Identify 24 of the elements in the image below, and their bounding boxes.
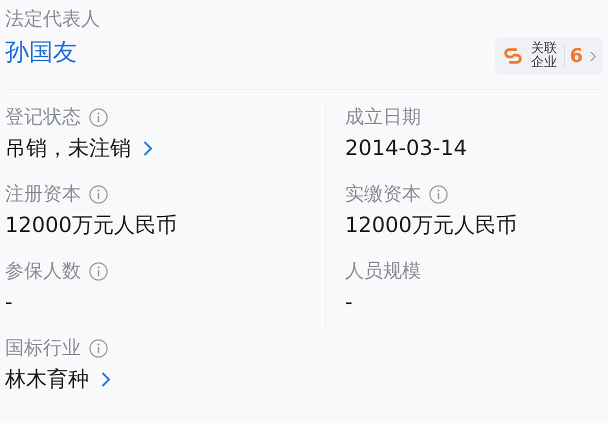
field-value: 12000万元人民币 [345,212,517,239]
field-value: 2014-03-14 [345,136,468,160]
field-value: - [345,290,353,314]
field-label: 成立日期 [345,105,421,130]
field-label: 登记状态 [5,105,81,130]
field-label: 参保人数 [5,259,81,284]
info-icon[interactable] [89,108,108,126]
field-label: 人员规模 [345,259,421,284]
chevron-icon[interactable] [101,370,111,388]
chevron-icon[interactable] [143,140,153,156]
field-label: 法定代表人 [5,7,100,32]
info-icon[interactable] [429,184,448,204]
field-value: 吊销，未注销 [5,135,131,162]
field-value: 林木育种 [5,366,89,393]
chevron-icon [590,50,596,62]
info-icon[interactable] [89,262,108,280]
info-icon[interactable] [89,338,108,358]
field-label: 国标行业 [5,336,81,361]
info-icon[interactable] [89,184,108,204]
field-label: 实缴资本 [345,182,421,207]
representative-link[interactable]: 孙国友 [5,36,100,68]
field-value: - [5,290,13,314]
field-label: 注册资本 [5,182,81,207]
field-value: 12000万元人民币 [5,212,177,239]
